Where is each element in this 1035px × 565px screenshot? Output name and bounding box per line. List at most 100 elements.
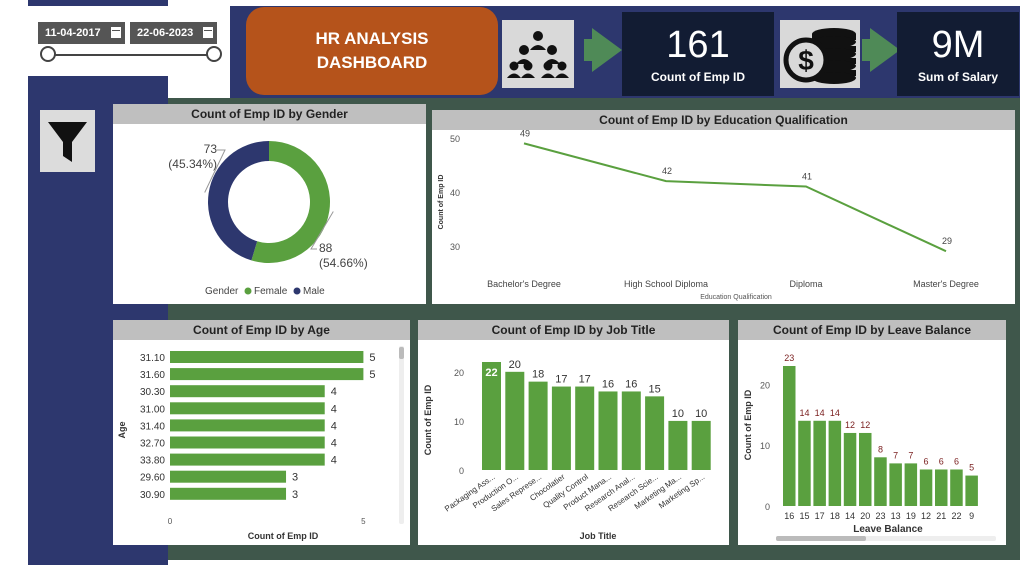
- age-bar: [170, 351, 364, 363]
- y-tick-label: 10: [454, 417, 464, 427]
- data-label: 12: [845, 420, 855, 430]
- x-axis-title: Job Title: [580, 531, 617, 541]
- y-tick-label: 20: [454, 368, 464, 378]
- y-tick-label: 31.10: [140, 353, 165, 364]
- data-label: 42: [662, 166, 672, 176]
- date-slider-end-handle[interactable]: [206, 46, 222, 62]
- data-label: 5: [369, 369, 375, 381]
- slice-percent-label: (45.34%): [168, 157, 217, 171]
- data-label: 14: [830, 408, 840, 418]
- data-label: 6: [924, 456, 929, 466]
- svg-text:$: $: [798, 45, 814, 76]
- data-label: 10: [672, 408, 684, 420]
- arrow-right-icon: [870, 28, 900, 72]
- y-tick-label: 50: [450, 134, 460, 144]
- data-label: 20: [509, 359, 521, 371]
- legend-item: Female: [254, 286, 288, 297]
- age-bar: [170, 385, 325, 398]
- arrow-right-icon: [592, 28, 622, 72]
- job-title-bar: [528, 381, 548, 470]
- data-label: 4: [331, 420, 337, 432]
- x-tick-label: 19: [906, 511, 916, 521]
- data-label: 10: [695, 408, 707, 420]
- y-tick-label: 0: [459, 466, 464, 476]
- data-label: 41: [802, 172, 812, 182]
- line-series: [523, 142, 947, 253]
- date-slider-start-handle[interactable]: [40, 46, 56, 62]
- start-date-value: 11-04-2017: [45, 27, 101, 39]
- kpi-value: 161: [666, 24, 730, 66]
- y-axis-title: Count of Emp ID: [423, 384, 433, 455]
- y-tick-label: 20: [760, 380, 770, 390]
- filter-button[interactable]: [40, 110, 95, 172]
- data-label: 23: [784, 353, 794, 363]
- chart-title: Count of Emp ID by Age: [113, 320, 410, 340]
- dashboard-title-line1: HR ANALYSIS: [315, 29, 429, 48]
- y-tick-label: 10: [760, 441, 770, 451]
- data-label: 29: [942, 236, 952, 246]
- leave-balance-bar: [859, 432, 872, 506]
- x-tick-label: Diploma: [789, 279, 822, 289]
- data-label: 7: [893, 450, 898, 460]
- chart-title: Count of Emp ID by Job Title: [418, 320, 729, 340]
- leave-balance-bar: [783, 366, 796, 506]
- y-tick-label: 32.70: [140, 439, 165, 450]
- data-label: 16: [602, 378, 614, 390]
- scrollbar-thumb: [776, 536, 866, 541]
- leave-balance-bar: [843, 432, 857, 506]
- date-slider-track[interactable]: [48, 54, 214, 56]
- y-tick-label: 31.00: [140, 404, 165, 415]
- y-tick-label: 33.80: [140, 456, 165, 467]
- scrollbar-track: [399, 346, 404, 524]
- x-axis-title: Count of Emp ID: [248, 531, 319, 541]
- kpi-label: Sum of Salary: [917, 70, 999, 84]
- end-date-value: 22-06-2023: [137, 27, 194, 39]
- slice-percent-label: (54.66%): [319, 256, 368, 270]
- x-tick-label: 0: [168, 517, 173, 526]
- y-tick-label: 30.90: [140, 490, 165, 501]
- data-label: 49: [520, 130, 530, 138]
- x-tick-label: 18: [830, 511, 840, 521]
- x-tick-label: Bachelor's Degree: [487, 279, 561, 289]
- age-bar-chart: 31.10 5 31.60 5 30.30 4 31.00 4 31.40 4 32.70 4 33.8…: [117, 346, 404, 541]
- filter-funnel-icon: [48, 122, 87, 162]
- leave-balance-bar: [874, 457, 887, 506]
- x-tick-label: 5: [361, 517, 366, 526]
- dashboard-title: HR ANALYSIS DASHBOARD: [246, 7, 498, 95]
- y-tick-label: 31.40: [140, 421, 165, 432]
- start-date-input[interactable]: 11-04-2017: [38, 22, 125, 44]
- employees-group-icon: [502, 20, 574, 88]
- job-title-bar: [668, 420, 688, 470]
- gender-chart-card: Count of Emp ID by Gender 88 (54.66%) 73 (4…: [113, 104, 426, 304]
- legend-item: Male: [303, 286, 325, 297]
- end-date-input[interactable]: 22-06-2023: [130, 22, 217, 44]
- job-title-bar: [505, 371, 525, 470]
- chart-title: Count of Emp ID by Education Qualificati…: [432, 110, 1015, 130]
- job-title-bar-chart: 01020 22Packaging Ass...20Production O...…: [423, 359, 711, 541]
- chart-title: Count of Emp ID by Gender: [113, 104, 426, 124]
- legend-marker: [244, 287, 252, 295]
- leave-balance-bar: [965, 475, 978, 506]
- calendar-icon[interactable]: [203, 27, 213, 38]
- y-tick-label: 40: [450, 188, 460, 198]
- data-label: 4: [331, 438, 337, 450]
- y-tick-label: 30.30: [140, 387, 165, 398]
- x-tick-label: 22: [951, 511, 961, 521]
- leave-balance-bar: [935, 469, 948, 506]
- data-label: 8: [878, 444, 883, 454]
- x-tick-label: 14: [845, 511, 855, 521]
- job-title-bar: [645, 396, 665, 470]
- data-label: 6: [939, 456, 944, 466]
- x-tick-label: 23: [875, 511, 885, 521]
- job-title-bar: [551, 386, 571, 470]
- job-title-bar: [575, 386, 595, 470]
- calendar-icon[interactable]: [111, 27, 121, 38]
- y-axis-title: Age: [117, 421, 127, 438]
- x-tick-label: 16: [784, 511, 794, 521]
- chart-title: Count of Emp ID by Leave Balance: [738, 320, 1006, 340]
- x-axis-title: Leave Balance: [853, 524, 923, 535]
- data-label: 6: [954, 456, 959, 466]
- x-tick-label: 9: [969, 511, 974, 521]
- age-chart-card: Count of Emp ID by Age 31.10 5 31.60 5 30.30…: [113, 320, 410, 545]
- slice-value-label: 73: [204, 142, 218, 156]
